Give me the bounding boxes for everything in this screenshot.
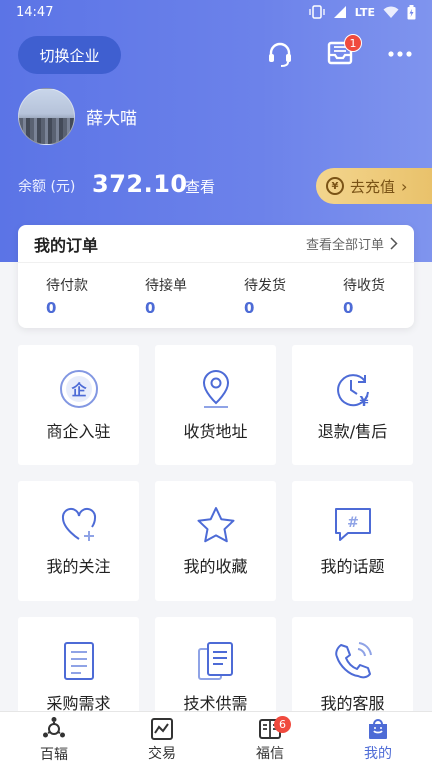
home-icon	[43, 717, 65, 738]
nav-messages-label: 福信	[256, 746, 284, 762]
chevron-right-icon: ›	[401, 176, 408, 196]
location-icon	[202, 369, 229, 408]
phone-icon	[334, 642, 372, 679]
signal-icon	[333, 6, 346, 18]
customer-service-button[interactable]	[264, 36, 296, 72]
order-card: 我的订单 查看全部订单 待付款 0 待接单 0 待发货 0 待收货 0	[18, 225, 414, 328]
coin-icon: ¥	[326, 177, 344, 195]
order-title: 我的订单	[34, 235, 99, 255]
nav-trade[interactable]: 交易	[108, 712, 216, 768]
trade-icon	[151, 718, 173, 740]
more-button[interactable]	[384, 36, 416, 72]
svg-text:企: 企	[70, 381, 87, 399]
recharge-label: 去充值	[350, 177, 396, 196]
order-stat-pending-accept[interactable]: 待接单 0	[117, 263, 216, 328]
tile-shipping-address[interactable]: 收货地址	[155, 345, 276, 465]
username: 薛大喵	[86, 109, 137, 129]
tile-my-topics[interactable]: # 我的话题	[292, 481, 413, 601]
header-actions: 1	[264, 34, 416, 72]
status-bar: 14:47 LTE	[0, 0, 432, 24]
battery-icon	[407, 4, 416, 19]
order-stat-pending-ship[interactable]: 待发货 0	[216, 263, 315, 328]
chevron-right-icon	[390, 237, 398, 250]
heart-icon	[61, 507, 96, 541]
status-time: 14:47	[16, 4, 54, 20]
balance-view-link[interactable]: 查看	[185, 176, 215, 197]
tile-enterprise-join[interactable]: 企 商企入驻	[18, 345, 139, 465]
switch-enterprise-button[interactable]: 切换企业	[18, 36, 121, 74]
balance-value: 372.10	[92, 170, 188, 198]
tile-refund[interactable]: ¥ 退款/售后	[292, 345, 413, 465]
balance-label: 余额 (元)	[18, 179, 76, 195]
nav-messages[interactable]: 6 福信	[216, 712, 324, 768]
nav-profile[interactable]: 我的	[324, 712, 432, 768]
nav-home-label: 百辐	[40, 747, 68, 763]
profile-icon	[369, 719, 387, 739]
bottom-nav: 百辐 交易 6 福信 我的	[0, 711, 432, 768]
recharge-button[interactable]: ¥ 去充值 ›	[316, 168, 432, 204]
feature-grid: 企 商企入驻 收货地址 ¥ 退款/售后 我的关注 我的收藏 # 我的话题 采购需…	[18, 345, 414, 737]
messages-button[interactable]: 1	[324, 34, 362, 72]
nav-profile-label: 我的	[364, 746, 392, 762]
svg-text:¥: ¥	[359, 395, 368, 410]
star-icon	[197, 507, 234, 543]
avatar[interactable]	[18, 88, 75, 145]
tile-my-follows[interactable]: 我的关注	[18, 481, 139, 601]
nav-messages-badge: 6	[274, 716, 291, 733]
order-stat-pending-payment[interactable]: 待付款 0	[18, 263, 117, 328]
enterprise-icon: 企	[59, 370, 98, 408]
topic-icon: #	[334, 508, 371, 541]
message-badge: 1	[344, 34, 362, 52]
svg-text:#: #	[347, 515, 359, 531]
nav-home[interactable]: 百辐	[0, 712, 108, 768]
network-label: LTE	[354, 5, 375, 19]
tile-my-favorites[interactable]: 我的收藏	[155, 481, 276, 601]
documents-icon	[197, 642, 233, 680]
wifi-icon	[383, 6, 399, 18]
document-icon	[63, 642, 94, 680]
order-stat-pending-receive[interactable]: 待收货 0	[315, 263, 414, 328]
more-icon	[388, 51, 412, 57]
vibrate-icon	[309, 5, 325, 19]
headset-icon	[269, 42, 291, 67]
view-all-orders-link[interactable]: 查看全部订单	[306, 234, 398, 253]
refund-icon: ¥	[336, 374, 369, 410]
nav-trade-label: 交易	[148, 746, 176, 762]
